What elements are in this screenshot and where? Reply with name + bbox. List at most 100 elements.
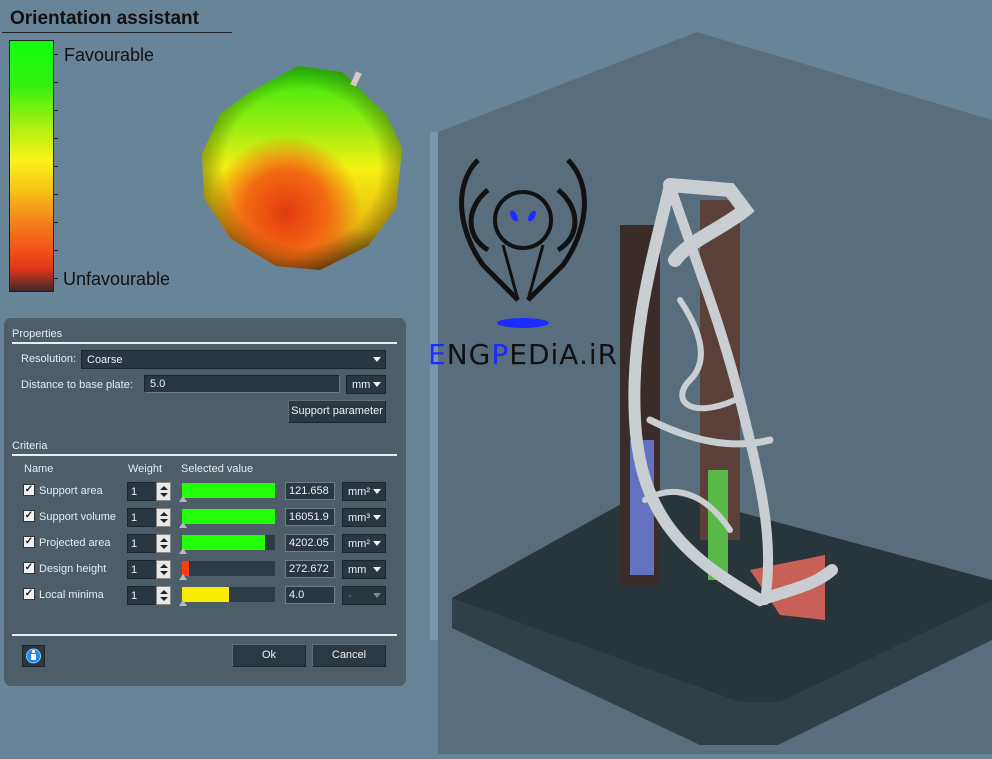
scale-tick	[54, 110, 58, 111]
scale-label-unfavourable: Unfavourable	[63, 269, 171, 289]
ok-button[interactable]: Ok	[232, 644, 306, 667]
criteria-checkbox[interactable]: ✓	[23, 484, 35, 496]
weight-input[interactable]: 1	[127, 560, 157, 579]
criteria-unit-value: mm²	[348, 486, 370, 498]
resolution-dropdown[interactable]: Coarse	[81, 350, 386, 369]
arrow-down-icon	[160, 545, 168, 549]
orientation-sphere-graphic[interactable]	[198, 58, 408, 278]
selected-value-marker[interactable]	[179, 600, 187, 606]
selected-value-bar-fill	[182, 535, 265, 550]
title-divider	[2, 32, 232, 33]
weight-spinner[interactable]	[156, 586, 171, 605]
selected-value-bar-fill	[182, 483, 275, 498]
criteria-divider	[12, 454, 397, 456]
resolution-label: Resolution:	[21, 353, 77, 365]
criteria-checkbox[interactable]: ✓	[23, 588, 35, 600]
chevron-down-icon	[373, 515, 381, 520]
selected-value-bar-fill	[182, 587, 229, 602]
distance-label: Distance to base plate:	[21, 379, 133, 391]
arrow-down-icon	[160, 519, 168, 523]
criteria-value: 272.672	[285, 560, 335, 578]
scale-label-favourable: Favourable	[64, 45, 155, 65]
selected-value-marker[interactable]	[179, 548, 187, 554]
criteria-unit-value: mm³	[348, 512, 370, 524]
criteria-value: 121.658	[285, 482, 335, 500]
arrow-up-icon	[160, 590, 168, 594]
selected-value-marker[interactable]	[179, 522, 187, 528]
column-header-weight: Weight	[128, 463, 163, 475]
support-parameter-button[interactable]: Support parameter	[288, 400, 386, 423]
arrow-up-icon	[160, 538, 168, 542]
page-title: Orientation assistant	[10, 8, 199, 29]
footer-divider	[12, 634, 397, 636]
selected-value-marker[interactable]	[179, 496, 187, 502]
criteria-unit-dropdown[interactable]: mm³	[342, 508, 386, 527]
build-scene[interactable]	[430, 0, 992, 754]
help-button[interactable]	[22, 645, 45, 667]
3d-viewport[interactable]	[430, 0, 992, 754]
criteria-unit-dropdown[interactable]: mm	[342, 560, 386, 579]
weight-input[interactable]: 1	[127, 534, 157, 553]
distance-unit-dropdown[interactable]: mm	[346, 375, 386, 394]
cancel-button[interactable]: Cancel	[312, 644, 386, 667]
chevron-down-icon	[373, 357, 381, 362]
chevron-down-icon	[373, 593, 381, 598]
resolution-value: Coarse	[87, 354, 123, 366]
orientation-color-scale	[9, 40, 54, 292]
criteria-checkbox[interactable]: ✓	[23, 536, 35, 548]
criteria-name: Support area	[39, 485, 103, 497]
criteria-unit-value: mm²	[348, 538, 370, 550]
engpedia-wordmark: ENGPEDiA.iR	[428, 338, 618, 371]
distance-unit-value: mm	[352, 379, 371, 391]
scale-tick	[54, 250, 58, 251]
selected-value-bar	[182, 509, 275, 524]
weight-spinner[interactable]	[156, 508, 171, 527]
criteria-unit-dropdown[interactable]: mm²	[342, 534, 386, 553]
wordmark-part: E	[428, 338, 447, 371]
orientation-settings-panel: Properties Resolution: Coarse Distance t…	[4, 318, 406, 686]
wordmark-part: NG	[446, 338, 492, 371]
criteria-section-title: Criteria	[12, 440, 48, 452]
criteria-checkbox[interactable]: ✓	[23, 510, 35, 522]
properties-divider	[12, 342, 397, 344]
chevron-down-icon	[373, 489, 381, 494]
selected-value-bar	[182, 561, 275, 576]
selected-value-bar	[182, 535, 275, 550]
criteria-name: Design height	[39, 563, 107, 575]
scale-tick	[54, 194, 58, 195]
scale-tick	[54, 138, 58, 139]
arrow-down-icon	[160, 493, 168, 497]
weight-input[interactable]: 1	[127, 508, 157, 527]
weight-input[interactable]: 1	[127, 586, 157, 605]
criteria-unit-dropdown[interactable]: mm²	[342, 482, 386, 501]
weight-spinner[interactable]	[156, 534, 171, 553]
criteria-unit-dropdown: -	[342, 586, 386, 605]
criteria-unit-value: -	[348, 590, 352, 602]
arrow-down-icon	[160, 571, 168, 575]
criteria-checkbox[interactable]: ✓	[23, 562, 35, 574]
chevron-down-icon	[373, 541, 381, 546]
criteria-name: Local minima	[39, 589, 104, 601]
selected-value-marker[interactable]	[179, 574, 187, 580]
criteria-name: Support volume	[39, 511, 117, 523]
chevron-down-icon	[373, 382, 381, 387]
scale-tick	[54, 222, 58, 223]
selected-value-bar	[182, 483, 275, 498]
weight-spinner[interactable]	[156, 560, 171, 579]
orientation-sphere[interactable]	[198, 58, 408, 278]
weight-input[interactable]: 1	[127, 482, 157, 501]
distance-input[interactable]: 5.0	[144, 375, 340, 393]
arrow-up-icon	[160, 564, 168, 568]
wordmark-part: P	[491, 338, 510, 371]
scale-tick	[54, 54, 58, 55]
criteria-value: 4.0	[285, 586, 335, 604]
scale-tick	[54, 278, 58, 279]
selected-value-bar-fill	[182, 509, 275, 524]
wordmark-part: EDiA.iR	[509, 338, 619, 371]
criteria-value: 16051.9	[285, 508, 335, 526]
weight-spinner[interactable]	[156, 482, 171, 501]
properties-section-title: Properties	[12, 328, 63, 340]
criteria-name: Projected area	[39, 537, 111, 549]
scale-tick	[54, 82, 58, 83]
selected-value-bar	[182, 587, 275, 602]
